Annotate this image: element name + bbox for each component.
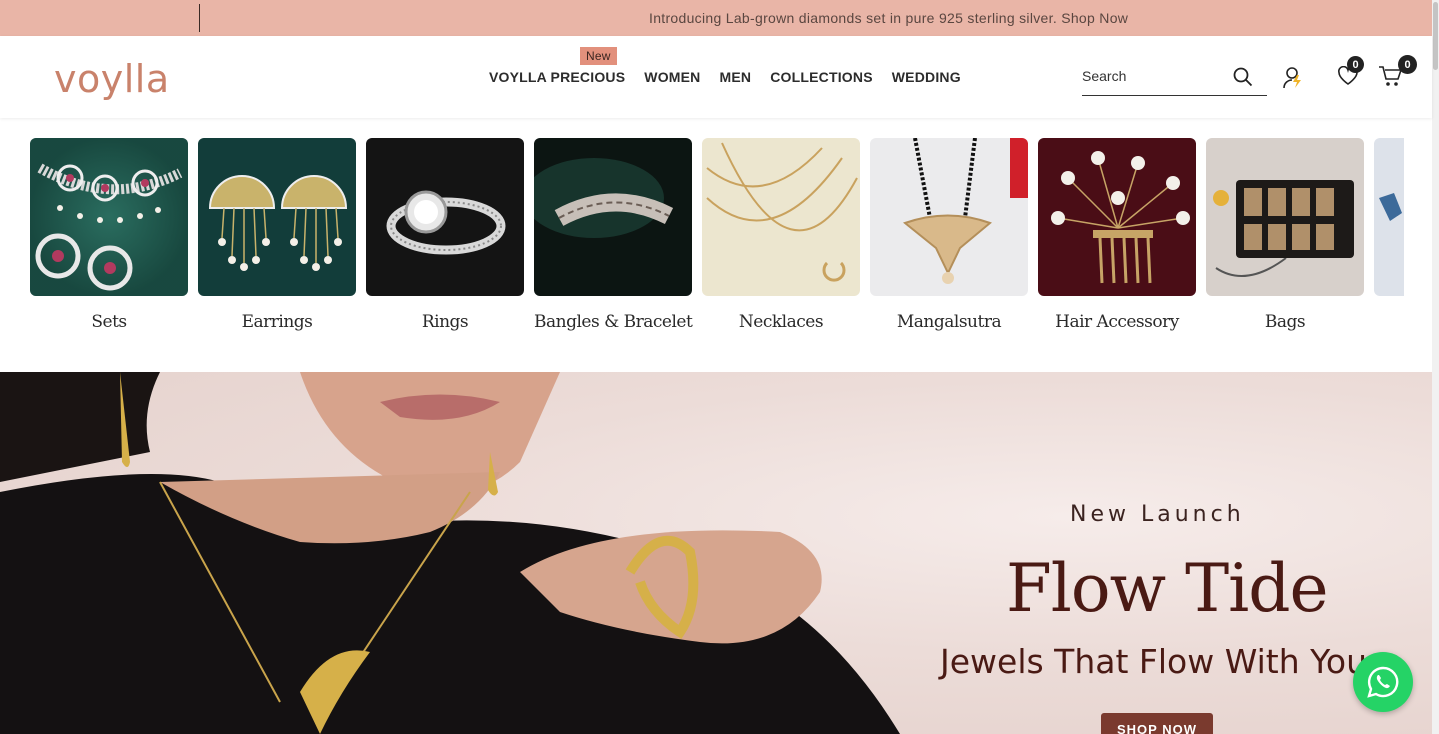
category-label: Bangles & Bracelet — [534, 312, 693, 332]
category-label: Earrings — [241, 312, 313, 332]
nav-men[interactable]: MEN — [720, 69, 752, 85]
site-header: voylla VOYLLA PRECIOUS New WOMEN MEN COL… — [0, 36, 1432, 118]
search-icon[interactable] — [1233, 67, 1253, 92]
search-box — [1082, 60, 1267, 96]
nav-voylla-precious[interactable]: VOYLLA PRECIOUS New — [489, 47, 626, 85]
category-label: Hair Accessory — [1055, 312, 1179, 332]
category-earrings[interactable]: Earrings — [198, 138, 356, 332]
category-label: Rings — [421, 312, 469, 332]
category-image[interactable] — [366, 138, 524, 296]
category-bangles-bracelet[interactable]: Bangles & Bracelet — [534, 138, 693, 332]
brand-logo[interactable]: voylla — [54, 57, 170, 101]
category-label: Sets — [91, 312, 127, 332]
wishlist-count-badge: 0 — [1347, 56, 1364, 73]
category-image[interactable] — [1374, 138, 1404, 296]
category-image[interactable] — [1206, 138, 1364, 296]
shop-now-button[interactable]: SHOP NOW — [1101, 713, 1213, 734]
announcement-bar: Introducing Lab-grown diamonds set in pu… — [0, 0, 1432, 36]
hero-model-image — [0, 372, 900, 734]
whatsapp-chat-button[interactable] — [1353, 652, 1413, 712]
search-input[interactable] — [1082, 68, 1232, 84]
category-image[interactable] — [534, 138, 692, 296]
category-label: Bags — [1264, 312, 1306, 332]
nav-collections[interactable]: COLLECTIONS — [770, 69, 873, 85]
category-hair-accessory[interactable]: Hair Accessory — [1038, 138, 1196, 332]
cart-count-badge: 0 — [1398, 55, 1417, 74]
nav-label: VOYLLA PRECIOUS — [489, 69, 626, 85]
category-image[interactable] — [1038, 138, 1196, 296]
hero-tagline: Jewels That Flow With You — [940, 642, 1368, 681]
category-image[interactable] — [702, 138, 860, 296]
category-partial-next[interactable] — [1374, 138, 1404, 332]
user-account-icon[interactable] — [1282, 66, 1304, 95]
announcement-text[interactable]: Introducing Lab-grown diamonds set in pu… — [649, 10, 1128, 26]
main-nav: VOYLLA PRECIOUS New WOMEN MEN COLLECTION… — [489, 47, 980, 85]
hero-banner[interactable]: New Launch Flow Tide Jewels That Flow Wi… — [0, 372, 1432, 734]
category-sets[interactable]: Sets — [30, 138, 188, 332]
page-scrollbar[interactable] — [1432, 0, 1439, 734]
scrollbar-thumb[interactable] — [1433, 2, 1438, 70]
category-rings[interactable]: Rings — [366, 138, 524, 332]
hero-kicker: New Launch — [1070, 502, 1245, 527]
hero-title: Flow Tide — [1006, 550, 1329, 627]
nav-wedding[interactable]: WEDDING — [892, 69, 961, 85]
category-mangalsutra[interactable]: Mangalsutra — [870, 138, 1028, 332]
nav-women[interactable]: WOMEN — [644, 69, 700, 85]
category-label: Mangalsutra — [896, 312, 1002, 332]
announcement-divider — [199, 4, 200, 32]
category-strip: Sets Earrings Rings Bangles & Bracelet N… — [30, 138, 1414, 332]
new-badge: New — [580, 47, 617, 65]
category-necklaces[interactable]: Necklaces — [702, 138, 860, 332]
category-label: Necklaces — [738, 312, 824, 332]
category-bags[interactable]: Bags — [1206, 138, 1364, 332]
whatsapp-icon — [1367, 666, 1399, 698]
category-image[interactable] — [30, 138, 188, 296]
category-image[interactable] — [870, 138, 1028, 296]
category-image[interactable] — [198, 138, 356, 296]
